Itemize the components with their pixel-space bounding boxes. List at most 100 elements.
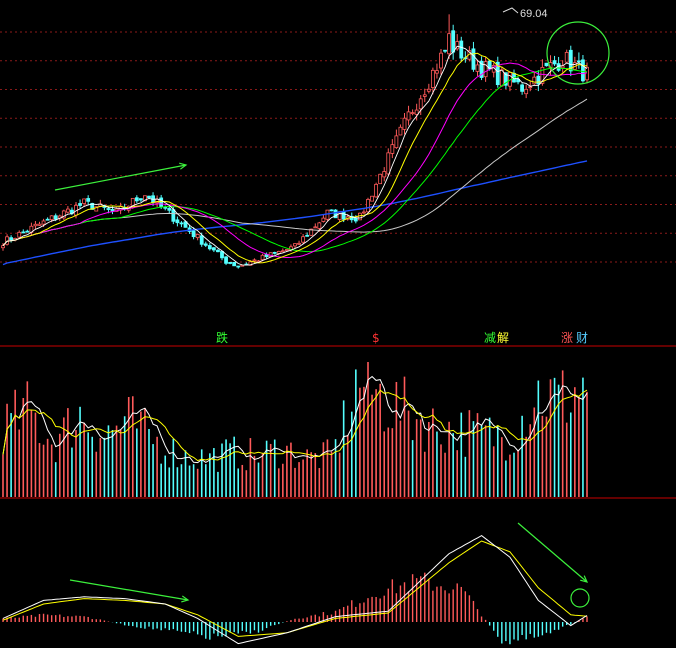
candle-body bbox=[475, 64, 480, 72]
candle-body bbox=[366, 199, 370, 213]
candle-body bbox=[220, 251, 224, 259]
macd-histogram bbox=[2, 535, 588, 645]
candle-body bbox=[78, 203, 82, 206]
candle-body bbox=[163, 206, 168, 209]
candle-body bbox=[321, 217, 326, 222]
candle-body bbox=[451, 30, 456, 53]
stock-chart: 69.04 bbox=[0, 7, 676, 645]
candlestick-series bbox=[1, 14, 589, 269]
candle-body bbox=[398, 126, 403, 136]
candle-body bbox=[199, 235, 204, 245]
candle-body bbox=[65, 208, 70, 213]
candle-body bbox=[45, 218, 50, 221]
candle-body bbox=[329, 209, 334, 212]
candle-body bbox=[37, 223, 42, 226]
candle-body bbox=[138, 198, 143, 201]
candle-body bbox=[305, 234, 310, 237]
candle-body bbox=[390, 144, 395, 154]
candle-body bbox=[17, 231, 22, 238]
price-trend-arrow bbox=[54, 164, 187, 191]
macd-dif-line bbox=[2, 535, 588, 645]
signal-tag-cai: 财 bbox=[576, 331, 589, 345]
candle-body bbox=[171, 209, 176, 222]
candle-body bbox=[41, 220, 46, 225]
signal-tag-zhang: 涨 bbox=[561, 331, 574, 345]
macd-highlight-circle bbox=[570, 588, 590, 608]
candle-body bbox=[341, 211, 346, 220]
signal-tag-jian: 减 bbox=[484, 331, 497, 345]
candle-body bbox=[406, 111, 411, 121]
candle-body bbox=[82, 198, 87, 204]
candle-body bbox=[236, 265, 241, 268]
candle-body bbox=[203, 243, 208, 246]
candle-body bbox=[232, 261, 237, 267]
volume-ma10-line bbox=[2, 389, 588, 462]
candle-body bbox=[260, 254, 265, 261]
candle-body bbox=[374, 183, 379, 198]
candle-body bbox=[564, 51, 569, 63]
macd-dea-line bbox=[2, 540, 588, 637]
candle-body bbox=[110, 209, 115, 212]
candle-body bbox=[386, 152, 391, 175]
candle-body bbox=[175, 219, 180, 224]
candle-body bbox=[280, 250, 285, 253]
candle-body bbox=[301, 236, 306, 243]
candle-body bbox=[106, 208, 111, 210]
candle-body bbox=[21, 231, 26, 234]
candle-body bbox=[313, 226, 318, 229]
candle-body bbox=[191, 230, 196, 238]
candle-body bbox=[272, 251, 277, 254]
candle-body bbox=[228, 261, 233, 264]
candle-body bbox=[1, 245, 5, 249]
candle-body bbox=[216, 249, 220, 253]
candle-body bbox=[211, 247, 216, 251]
candle-body bbox=[552, 60, 557, 65]
candle-body bbox=[459, 40, 464, 59]
candle-body bbox=[524, 88, 529, 95]
candle-body bbox=[443, 49, 447, 52]
candle-body bbox=[394, 135, 399, 149]
candle-body bbox=[576, 60, 581, 63]
signal-tag-die: 跌 bbox=[216, 331, 229, 345]
candle-body bbox=[585, 66, 589, 81]
candle-body bbox=[581, 59, 585, 82]
candle-body bbox=[53, 215, 58, 220]
ma30-line bbox=[2, 67, 588, 253]
candle-body bbox=[471, 48, 476, 70]
candle-body bbox=[337, 211, 342, 220]
candle-body bbox=[414, 109, 419, 115]
candle-body bbox=[426, 88, 431, 92]
peak-price-label: 69.04 bbox=[520, 8, 548, 20]
ma60-line bbox=[2, 98, 588, 247]
candle-body bbox=[435, 70, 439, 74]
ma120-line bbox=[2, 160, 588, 266]
candle-body bbox=[167, 207, 172, 211]
candle-body bbox=[317, 222, 322, 229]
candle-body bbox=[418, 98, 423, 110]
candle-body bbox=[33, 223, 38, 227]
candle-body bbox=[439, 52, 443, 69]
candle-body bbox=[560, 65, 565, 69]
candle-body bbox=[284, 249, 289, 251]
candle-body bbox=[382, 171, 387, 178]
candle-body bbox=[536, 75, 541, 85]
macd-divergence-arrow-right bbox=[517, 522, 588, 583]
peak-pointer bbox=[502, 7, 519, 14]
candle-body bbox=[410, 112, 415, 115]
signal-tag-jie: 解 bbox=[497, 331, 510, 345]
candle-body bbox=[9, 237, 14, 241]
candle-body bbox=[86, 198, 91, 202]
candle-body bbox=[353, 217, 358, 222]
candle-body bbox=[378, 173, 383, 185]
candle-body bbox=[447, 33, 452, 55]
price-highlight-circle bbox=[546, 21, 610, 85]
candle-body bbox=[362, 211, 366, 214]
candle-body bbox=[195, 234, 200, 239]
candle-body bbox=[134, 197, 139, 202]
candle-body bbox=[370, 195, 374, 202]
candle-body bbox=[224, 256, 228, 264]
candle-body bbox=[520, 84, 525, 92]
candle-body bbox=[207, 245, 212, 250]
candle-body bbox=[293, 243, 297, 247]
candle-body bbox=[499, 69, 504, 87]
